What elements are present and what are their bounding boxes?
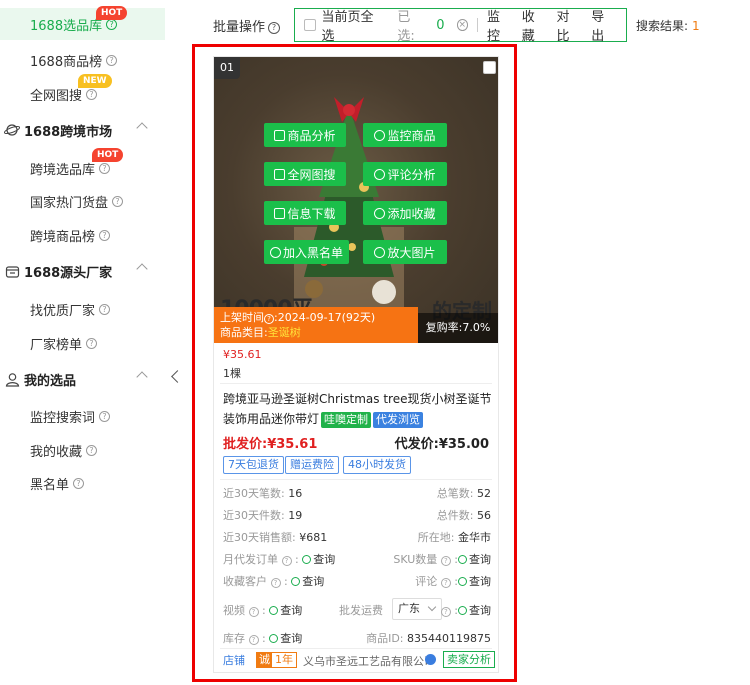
- sidebar-item-label: 黑名单: [30, 477, 70, 493]
- sidebar-item-1688-selection[interactable]: 1688选品库 ? HOT: [0, 6, 165, 40]
- sidebar-item-my-favorites[interactable]: 我的收藏 ?: [0, 434, 165, 466]
- help-icon[interactable]: ?: [86, 88, 98, 100]
- help-icon[interactable]: ?: [86, 444, 98, 456]
- sidebar-item-label: 1688商品榜: [30, 54, 103, 70]
- help-icon[interactable]: ?: [99, 303, 111, 315]
- help-icon[interactable]: ?: [99, 410, 111, 422]
- export-button[interactable]: 导出: [591, 6, 616, 44]
- help-icon[interactable]: ?: [86, 337, 98, 349]
- help-icon[interactable]: ?: [99, 229, 111, 241]
- select-all-label[interactable]: 当前页全选: [322, 6, 384, 44]
- sidebar-item-monitor-keywords[interactable]: 监控搜索词 ?: [0, 400, 165, 432]
- batch-label-text: 批量操作: [213, 19, 266, 35]
- hot-badge: HOT: [96, 6, 128, 20]
- sidebar-item-label: 监控搜索词: [30, 410, 96, 426]
- chevron-up-icon[interactable]: [136, 371, 148, 383]
- help-icon[interactable]: ?: [112, 195, 124, 207]
- help-icon[interactable]: ?: [268, 21, 281, 34]
- result-label: 搜索结果:: [636, 19, 689, 33]
- help-icon[interactable]: ?: [73, 477, 85, 489]
- collapse-sidebar-icon[interactable]: [171, 370, 184, 383]
- sidebar-item-label: 找优质厂家: [30, 303, 96, 319]
- compare-button[interactable]: 对比: [557, 6, 582, 44]
- chevron-up-icon[interactable]: [136, 263, 148, 275]
- monitor-button[interactable]: 监控: [487, 6, 512, 44]
- sidebar-item-label: 我的收藏: [30, 444, 83, 460]
- search-result: 搜索结果: 1: [636, 17, 700, 34]
- sidebar-group-factory[interactable]: 1688源头厂家: [0, 256, 165, 286]
- sidebar-item-country-hot-goods[interactable]: 国家热门货盘 ?: [0, 185, 165, 217]
- page: 1688选品库 ? HOT 1688商品榜 ? 全网图搜 ? NEW 1688跨…: [0, 0, 750, 685]
- favorite-button[interactable]: 收藏: [522, 6, 547, 44]
- selected-label: 已选:: [397, 10, 415, 44]
- toolbar: 批量操作? 当前页全选 已选: 0 × 监控 收藏 对比 导出: [213, 8, 627, 44]
- highlight-frame: [192, 44, 517, 682]
- help-icon[interactable]: ?: [99, 162, 111, 174]
- sidebar-item-1688-ranking[interactable]: 1688商品榜 ?: [0, 44, 165, 76]
- sidebar-item-label: 跨境选品库: [30, 162, 96, 178]
- sidebar-item-cross-border-ranking[interactable]: 跨境商品榜 ?: [0, 219, 165, 251]
- factory-icon: [4, 263, 20, 279]
- sidebar-item-image-search[interactable]: 全网图搜 ? NEW: [0, 74, 165, 110]
- sidebar-item-cross-border-selection[interactable]: 跨境选品库 ? HOT: [0, 148, 165, 184]
- help-icon[interactable]: ?: [106, 54, 118, 66]
- sidebar-group-label: 我的选品: [24, 373, 77, 389]
- sidebar-item-label: 全网图搜: [30, 88, 83, 104]
- sidebar-item-label: 国家热门货盘: [30, 195, 109, 211]
- sidebar-group-label: 1688跨境市场: [24, 124, 113, 140]
- chevron-up-icon[interactable]: [136, 122, 148, 134]
- selected-count: 0: [436, 17, 445, 33]
- sidebar-item-label: 1688选品库: [30, 18, 103, 34]
- batch-operation-label: 批量操作?: [213, 16, 281, 35]
- sidebar-item-label: 跨境商品榜: [30, 229, 96, 245]
- clear-selection-icon[interactable]: ×: [456, 19, 469, 31]
- sidebar-item-label: 厂家榜单: [30, 337, 83, 353]
- select-all-checkbox[interactable]: [304, 19, 316, 31]
- result-count: 1: [692, 19, 700, 33]
- sidebar-item-find-factory[interactable]: 找优质厂家 ?: [0, 293, 165, 325]
- sidebar-group-label: 1688源头厂家: [24, 265, 113, 281]
- new-badge: NEW: [78, 74, 112, 88]
- batch-action-bar: 当前页全选 已选: 0 × 监控 收藏 对比 导出: [294, 6, 627, 44]
- sidebar: 1688选品库 ? HOT 1688商品榜 ? 全网图搜 ? NEW 1688跨…: [0, 0, 170, 685]
- globe-icon: [4, 122, 20, 138]
- sidebar-group-cross-border[interactable]: 1688跨境市场: [0, 115, 165, 145]
- hot-badge: HOT: [92, 148, 124, 162]
- sidebar-group-my-selection[interactable]: 我的选品: [0, 364, 165, 394]
- sidebar-item-blacklist[interactable]: 黑名单 ?: [0, 467, 165, 499]
- sidebar-item-factory-ranking[interactable]: 厂家榜单 ?: [0, 327, 165, 359]
- divider: [477, 18, 479, 32]
- user-icon: [4, 371, 20, 387]
- help-icon[interactable]: ?: [106, 18, 118, 30]
